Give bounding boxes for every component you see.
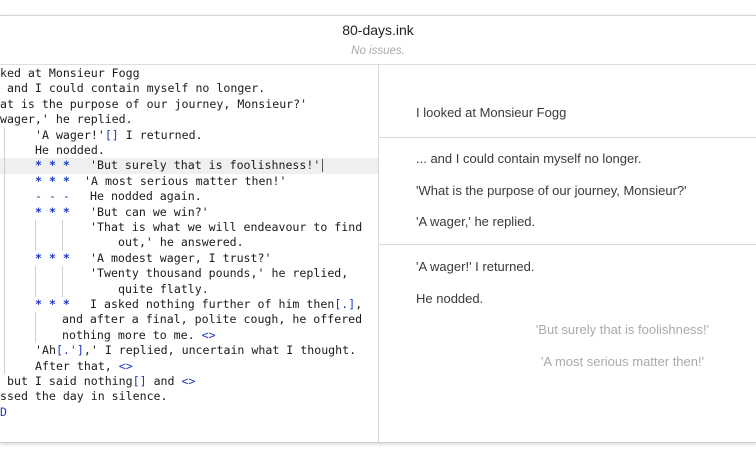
editor-line[interactable]: After that, <> xyxy=(0,358,378,374)
story-paragraph: 'What is the purpose of our journey, Mon… xyxy=(416,183,687,198)
editor-line[interactable]: quite flatly. xyxy=(0,281,378,297)
editor-line[interactable]: He nodded. xyxy=(0,143,378,159)
indent-guide xyxy=(4,220,5,236)
indent-guide xyxy=(4,173,5,190)
editor-line[interactable]: 'Twenty thousand pounds,' he replied, xyxy=(0,266,378,282)
choice-marker: * * * xyxy=(35,204,70,219)
editor-line[interactable]: nothing more to me. <> xyxy=(0,327,378,344)
ink-editor[interactable]: ked at Monsieur Fogg and I could contain… xyxy=(0,65,378,442)
editor-line-current[interactable]: * * * 'But surely that is foolishness!' xyxy=(0,158,378,174)
story-paragraph: I looked at Monsieur Fogg xyxy=(416,105,567,120)
suppress-bracket: [.'] xyxy=(55,343,84,358)
glue-operator: <> xyxy=(181,374,196,388)
editor-line[interactable]: * * * 'But can we win?' xyxy=(0,204,378,220)
indent-guide xyxy=(4,143,5,159)
story-player: I looked at Monsieur Fogg ... and I coul… xyxy=(379,65,756,442)
editor-line[interactable]: - - - He nodded again. xyxy=(0,189,378,205)
suppress-bracket: [.] xyxy=(334,297,356,311)
editor-line[interactable]: * * * 'A modest wager, I trust?' xyxy=(0,250,378,267)
editor-line[interactable]: 'Ah[.'],' I replied, uncertain what I th… xyxy=(0,343,378,359)
indent-guide xyxy=(4,297,5,313)
editor-line[interactable]: but I said nothing[] and <> xyxy=(0,374,378,389)
choice-marker: * * * xyxy=(35,173,70,188)
editor-line[interactable]: at is the purpose of our journey, Monsie… xyxy=(0,97,378,112)
editor-line[interactable]: and I could contain myself no longer. xyxy=(0,81,378,96)
suppress-bracket: [] xyxy=(104,127,119,142)
choice-marker: * * * xyxy=(35,158,70,173)
choice-marker: * * * xyxy=(35,297,70,311)
indent-guide xyxy=(35,281,36,297)
story-paragraph: 'A wager!' I returned. xyxy=(416,259,535,274)
editor-line[interactable]: * * * I asked nothing further of him the… xyxy=(0,297,378,313)
editor-line[interactable]: * * * 'A most serious matter then!' xyxy=(0,173,378,190)
indent-guide xyxy=(62,220,63,236)
glue-operator: <> xyxy=(201,327,216,342)
editor-line[interactable]: wager,' he replied. xyxy=(0,112,378,127)
choice-marker: * * * xyxy=(35,250,70,265)
story-paragraph: He nodded. xyxy=(416,291,484,306)
editor-line[interactable]: 'A wager!'[] I returned. xyxy=(0,127,378,143)
indent-guide xyxy=(4,327,5,344)
story-paragraph: 'A wager,' he replied. xyxy=(416,214,536,229)
turn-divider xyxy=(379,137,756,138)
editor-line[interactable]: and after a final, polite cough, he offe… xyxy=(0,312,378,328)
title-bar: 80-days.ink No issues. xyxy=(0,16,756,65)
indent-guide xyxy=(35,327,36,344)
indent-guide xyxy=(35,220,36,236)
indent-guide xyxy=(4,266,5,282)
glue-operator: <> xyxy=(118,358,133,373)
indent-guide xyxy=(4,235,5,251)
indent-guide xyxy=(4,312,5,328)
issues-status[interactable]: No issues. xyxy=(0,45,756,57)
indent-guide xyxy=(4,250,5,267)
indent-guide xyxy=(35,235,36,251)
indent-guide xyxy=(4,127,5,143)
indent-guide xyxy=(62,266,63,282)
indent-guide xyxy=(4,189,5,205)
indent-guide xyxy=(35,312,36,328)
story-choice[interactable]: 'But surely that is foolishness!' xyxy=(434,322,756,337)
story-paragraph: ... and I could contain myself no longer… xyxy=(416,151,642,166)
editor-line[interactable]: ssed the day in silence. xyxy=(0,389,378,404)
gather-marker: - - - xyxy=(35,189,70,204)
suppress-bracket: [] xyxy=(132,374,147,388)
indent-guide xyxy=(62,281,63,297)
indent-guide xyxy=(4,204,5,220)
editor-line[interactable]: D xyxy=(0,405,378,420)
app-window: 80-days.ink No issues. ked at Monsieur F… xyxy=(0,15,756,443)
text-cursor xyxy=(322,159,323,173)
editor-line[interactable]: out,' he answered. xyxy=(0,235,378,251)
indent-guide xyxy=(4,281,5,297)
indent-guide xyxy=(4,343,5,359)
editor-line[interactable]: ked at Monsieur Fogg xyxy=(0,66,378,81)
turn-divider xyxy=(379,244,756,245)
indent-guide xyxy=(62,235,63,251)
document-title: 80-days.ink xyxy=(342,22,414,38)
indent-guide xyxy=(4,358,5,374)
story-choice[interactable]: 'A most serious matter then!' xyxy=(434,354,756,369)
indent-guide xyxy=(35,266,36,282)
editor-line[interactable]: 'That is what we will endeavour to find xyxy=(0,220,378,236)
indent-guide xyxy=(4,158,5,174)
